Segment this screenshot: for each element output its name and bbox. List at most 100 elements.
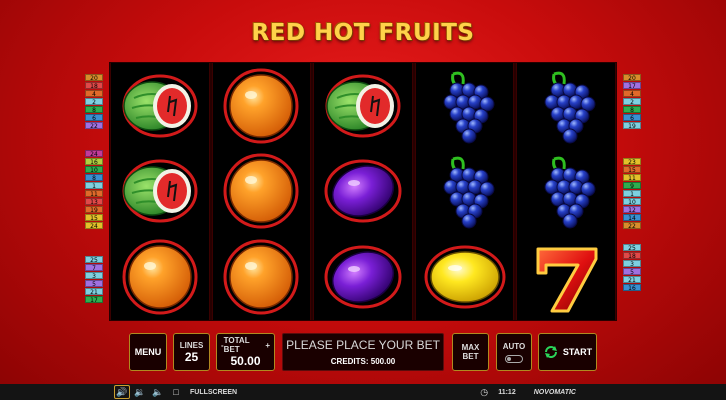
fullscreen-button[interactable]: FULLSCREEN [190,389,237,396]
watermelon-icon [122,159,198,223]
symbol-grapes [518,64,614,148]
grapes-icon [544,71,596,144]
symbol-orange [112,235,208,319]
payline-indicator: 12 [623,206,641,214]
payline-indicator: 10 [623,198,641,206]
brand-logo: NOVOMATIC [533,388,576,396]
control-panel: MENU LINES 25 - TOTAL BET + 50.00 PLEASE… [0,333,726,373]
payline-indicator: 20 [85,74,103,82]
bet-message: PLEASE PLACE YOUR BET [286,338,440,352]
symbol-watermelon [315,64,411,148]
payline-indicator: 3 [623,260,641,268]
payline-indicator: 5 [623,268,641,276]
reel-5 [516,63,616,320]
symbol-grapes [417,149,513,233]
payline-indicator: 13 [85,198,103,206]
payline-indicator: 19 [85,206,103,214]
symbol-orange [213,149,309,233]
payline-indicator: 19 [623,122,641,130]
payline-indicator: 16 [85,158,103,166]
watermelon-icon [325,74,401,138]
symbol-orange [213,235,309,319]
symbol-orange [213,64,309,148]
reel-2 [211,63,312,320]
payline-indicator: 4 [623,90,641,98]
start-button[interactable]: START [538,333,597,371]
total-bet-label: TOTAL BET [223,336,250,354]
payline-indicator: 8 [623,106,641,114]
symbol-seven [518,235,614,319]
menu-button[interactable]: MENU [129,333,167,371]
start-label: START [562,347,593,357]
credits-display: CREDITS: 500.00 [330,357,396,366]
orange-icon [122,239,198,315]
symbol-grapes [518,149,614,233]
lines-value: 25 [184,349,199,364]
payline-indicator: 5 [85,280,103,288]
paylines-left-middle: 24 16 10 8 1 11 13 19 15 24 [85,150,103,230]
reel-4 [414,63,515,320]
payline-indicator: 21 [85,288,103,296]
symbol-lemon [417,235,513,319]
plum-icon [324,245,402,309]
lines-label: LINES [179,340,204,350]
autoplay-toggle[interactable]: AUTO [496,333,532,371]
payline-indicator: 10 [85,166,103,174]
auto-label: AUTO [502,341,526,351]
payline-indicator: 18 [85,82,103,90]
payline-indicator: 7 [85,264,103,272]
reel-3 [313,63,413,320]
payline-indicator: 3 [85,272,103,280]
payline-indicator: 9 [623,182,641,190]
total-bet-selector: - TOTAL BET + 50.00 [216,333,275,371]
symbol-grapes [417,64,513,148]
payline-indicator: 24 [85,150,103,158]
seven-icon [536,247,598,313]
refresh-arrows-icon [544,346,557,358]
max-bet-button[interactable]: MAX BET [452,333,489,371]
payline-indicator: 25 [85,256,103,264]
symbol-plum [315,235,411,319]
plum-icon [324,159,402,223]
reel-1 [110,63,210,320]
payline-indicator: 2 [85,98,103,106]
mute-icon[interactable]: 🔈 [150,385,166,399]
watermelon-icon [122,74,198,138]
grapes-icon [443,71,495,144]
volume-icon[interactable]: 🔉 [132,385,148,399]
payline-indicator: 22 [623,222,641,230]
paylines-right-middle: 23 15 11 9 1 10 12 14 22 [623,158,641,230]
grapes-icon [443,157,495,229]
menu-label: MENU [134,347,162,357]
symbol-watermelon [112,64,208,148]
payline-indicator: 16 [623,284,641,292]
payline-indicator: 21 [623,276,641,284]
message-panel: PLEASE PLACE YOUR BET CREDITS: 500.00 [282,333,444,371]
payline-indicator: 11 [85,190,103,198]
total-bet-increase-button[interactable]: + [265,341,270,350]
payline-indicator: 2 [623,98,641,106]
fullscreen-icon[interactable]: □ [168,385,184,399]
payline-indicator: 22 [85,122,103,130]
payline-indicator: 17 [623,82,641,90]
clock-icon: ◷ [480,386,489,397]
max-bet-label-line2: BET [462,352,479,361]
paylines-left-top: 20 18 4 2 8 6 22 [85,74,103,130]
game-title: RED HOT FRUITS [251,20,475,46]
payline-indicator: 15 [623,166,641,174]
payline-indicator: 6 [623,114,641,122]
status-bar: 🔊 🔉 🔈 □ FULLSCREEN ◷ 11:12 NOVOMATIC [0,384,726,400]
payline-indicator: 14 [623,214,641,222]
paylines-right-bottom: 25 18 3 5 21 16 [623,244,641,292]
payline-indicator: 8 [85,106,103,114]
paylines-right-top: 20 17 4 2 8 6 19 [623,74,641,130]
payline-indicator: 17 [85,296,103,304]
speaker-icon[interactable]: 🔊 [114,385,130,399]
orange-icon [223,239,299,315]
symbol-plum [315,149,411,233]
payline-indicator: 8 [85,174,103,182]
total-bet-value: 50.00 [230,354,261,368]
lines-selector[interactable]: LINES 25 [173,333,210,371]
grapes-icon [544,157,596,229]
toggle-switch-icon [505,354,523,363]
